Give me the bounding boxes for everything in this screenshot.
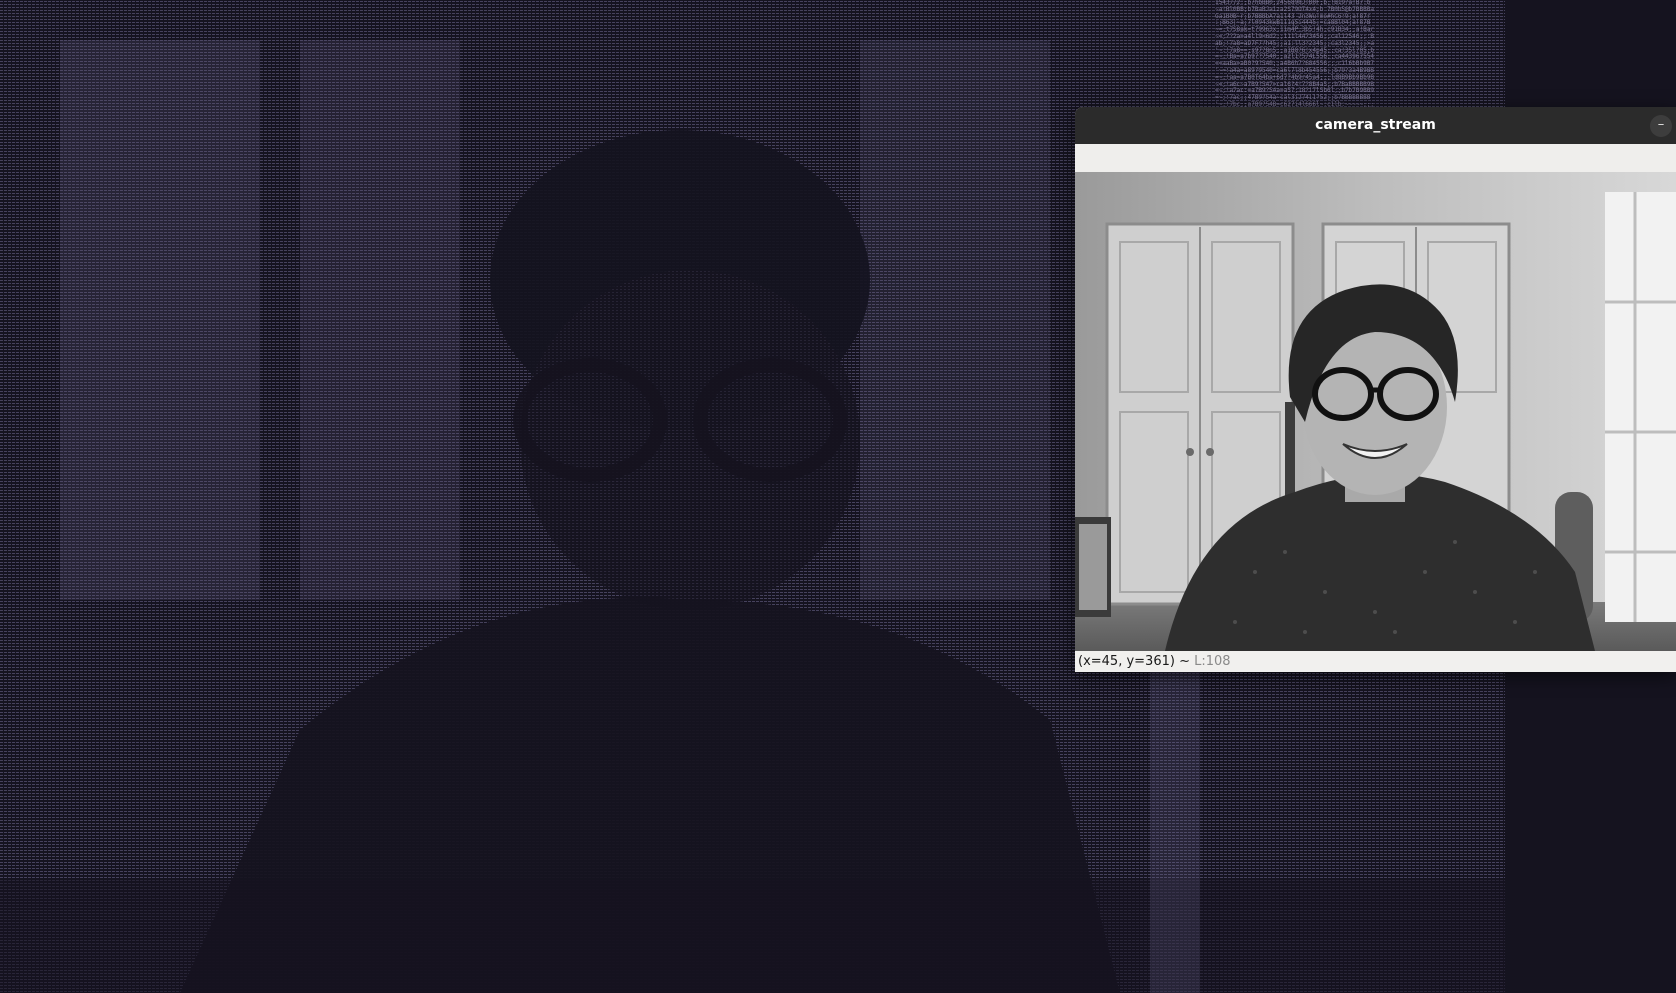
luminance-value: L:108 [1194, 654, 1231, 669]
window-toolbar [1075, 144, 1676, 172]
camera-stream-window[interactable]: camera_stream – (x=45, y=361) ~ L:108 [1075, 107, 1676, 672]
minimize-button[interactable]: – [1650, 115, 1672, 137]
status-bar: (x=45, y=361) ~ L:108 [1075, 651, 1676, 672]
window-title: camera_stream [1315, 117, 1436, 133]
camera-image [1075, 172, 1676, 651]
window-titlebar[interactable]: camera_stream – [1075, 107, 1676, 144]
cursor-coordinates: (x=45, y=361) ~ [1078, 654, 1195, 669]
camera-video-frame[interactable] [1075, 172, 1676, 651]
